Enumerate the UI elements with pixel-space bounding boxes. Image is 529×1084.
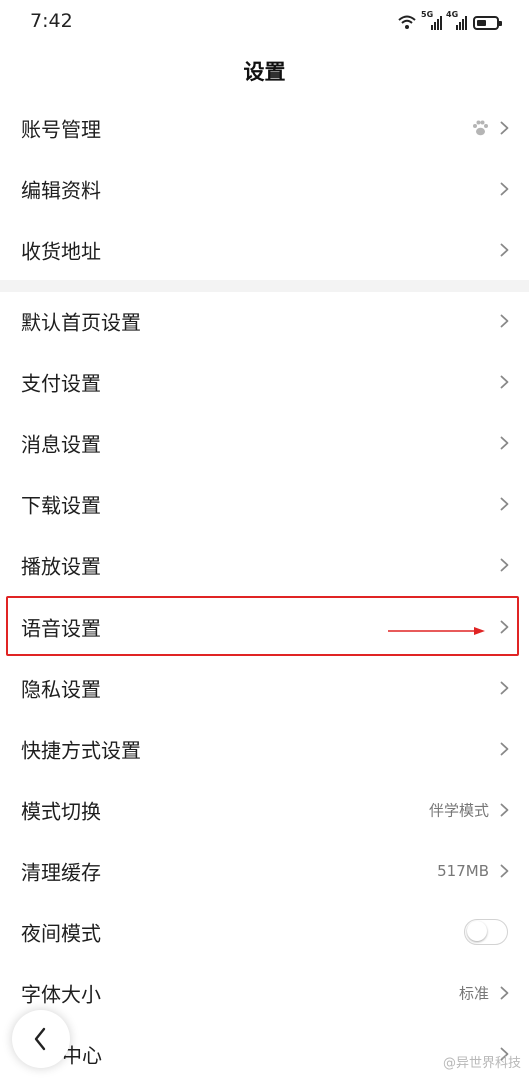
playback-settings-row[interactable]: 播放设置 <box>0 534 529 595</box>
cache-size-value: 517MB <box>437 861 489 880</box>
chevron-right-icon <box>500 182 509 195</box>
shipping-address-row[interactable]: 收货地址 <box>0 219 529 280</box>
night-mode-toggle[interactable] <box>464 918 508 945</box>
row-label: 消息设置 <box>21 432 101 456</box>
font-size-row[interactable]: 字体大小 标准 <box>0 962 529 1023</box>
mode-value: 伴学模式 <box>428 801 489 819</box>
chevron-right-icon <box>500 742 509 755</box>
watermark: @异世界科技 <box>442 1056 521 1071</box>
signal-4g-icon: 4G <box>446 11 467 30</box>
payment-settings-row[interactable]: 支付设置 <box>0 351 529 412</box>
paw-icon <box>473 120 488 135</box>
download-settings-row[interactable]: 下载设置 <box>0 473 529 534</box>
back-button[interactable] <box>12 1010 70 1068</box>
privacy-settings-row[interactable]: 隐私设置 <box>0 657 529 718</box>
chevron-right-icon <box>500 803 509 816</box>
status-bar: 7:42 5G 4G <box>0 0 529 44</box>
row-label: 快捷方式设置 <box>21 738 141 762</box>
status-icons: 5G 4G <box>397 11 502 30</box>
chevron-left-icon <box>34 1027 46 1051</box>
row-label: 清理缓存 <box>21 860 101 884</box>
toggle-knob <box>467 921 487 941</box>
annotation-arrow-icon <box>388 627 485 635</box>
font-size-value: 标准 <box>458 984 489 1002</box>
row-label: 隐私设置 <box>21 677 101 701</box>
chevron-right-icon <box>500 436 509 449</box>
chevron-right-icon <box>500 243 509 256</box>
signal-5g-icon: 5G <box>421 11 442 30</box>
row-label: 模式切换 <box>21 799 101 823</box>
chevron-right-icon <box>500 558 509 571</box>
row-label: 账号管理 <box>21 117 101 141</box>
chevron-right-icon <box>500 864 509 877</box>
chevron-right-icon <box>500 497 509 510</box>
row-label: 默认首页设置 <box>21 310 141 334</box>
row-label: 下载设置 <box>21 493 101 517</box>
chevron-right-icon <box>500 314 509 327</box>
status-time: 7:42 <box>30 10 73 32</box>
row-label: 夜间模式 <box>21 921 101 945</box>
message-settings-row[interactable]: 消息设置 <box>0 412 529 473</box>
row-label: 支付设置 <box>21 371 101 395</box>
edit-profile-row[interactable]: 编辑资料 <box>0 158 529 219</box>
clear-cache-row[interactable]: 清理缓存 517MB <box>0 840 529 901</box>
row-label: 播放设置 <box>21 554 101 578</box>
default-home-settings-row[interactable]: 默认首页设置 <box>0 290 529 351</box>
wifi-icon <box>398 15 416 29</box>
chevron-right-icon <box>500 681 509 694</box>
row-label: 字体大小 <box>21 982 101 1006</box>
mode-switch-row[interactable]: 模式切换 伴学模式 <box>0 779 529 840</box>
chevron-right-icon <box>500 121 509 134</box>
page-title: 设置 <box>243 60 286 84</box>
chevron-right-icon <box>500 986 509 999</box>
row-label: 收货地址 <box>21 239 101 263</box>
night-mode-row: 夜间模式 <box>0 901 529 962</box>
shortcut-settings-row[interactable]: 快捷方式设置 <box>0 718 529 779</box>
row-label: 编辑资料 <box>21 178 101 202</box>
chevron-right-icon <box>500 375 509 388</box>
battery-icon <box>473 16 502 30</box>
account-management-row[interactable]: 账号管理 <box>0 97 529 158</box>
